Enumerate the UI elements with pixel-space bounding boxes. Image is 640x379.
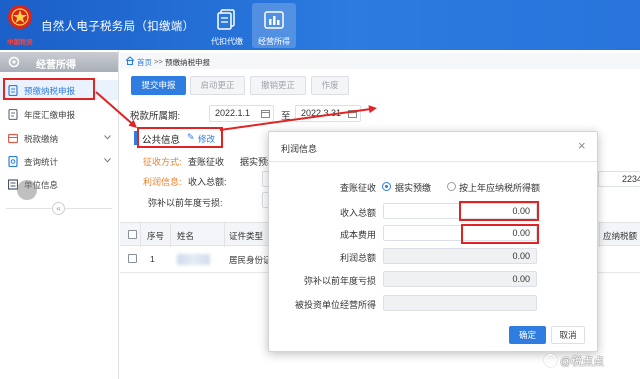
invested-unit-income-input	[383, 295, 537, 311]
column-divider	[140, 223, 141, 247]
column-header-name: 姓名	[177, 231, 195, 241]
annotation-box	[461, 224, 539, 244]
annotation-box	[137, 127, 223, 148]
row-checkbox[interactable]	[128, 254, 137, 263]
sidebar-collapse-button[interactable]: «	[52, 202, 65, 215]
column-divider	[170, 223, 171, 247]
confirm-button[interactable]: 确定	[509, 326, 546, 344]
redacted-name	[177, 254, 210, 265]
breadcrumb-separator: >>	[154, 57, 163, 66]
field-label: 弥补以前年度亏损	[303, 276, 376, 286]
tax-payment-icon	[8, 133, 18, 144]
sidebar-title: 经营所得	[36, 60, 76, 71]
cancel-correction-button[interactable]: 撤销更正	[250, 76, 306, 95]
sidebar-item-query-statistics[interactable]: 查询统计	[0, 151, 118, 171]
period-start-input[interactable]: 2022.1.1	[209, 105, 274, 122]
period-to-label: 至	[281, 111, 291, 122]
income-total-label: 收入总额:	[188, 177, 227, 187]
period-end-input[interactable]: 2022.3.31	[295, 105, 361, 122]
withholding-icon	[217, 9, 235, 30]
annotation-box	[3, 78, 95, 100]
field-label: 成本费用	[339, 230, 376, 240]
sidebar-item-label: 查询统计	[24, 157, 59, 167]
app-title: 自然人电子税务局（扣缴端）	[41, 21, 195, 33]
breadcrumb: 首页 >> 预缴纳税申报	[120, 53, 640, 69]
levy-method-value: 查账征收	[188, 157, 225, 167]
nav-business-income[interactable]: 经营所得	[252, 3, 296, 48]
loss-offset-label: 弥补以前年度亏损:	[148, 198, 223, 208]
levy-method-label: 征收方式:	[143, 157, 182, 167]
total-profit-input: 0.00	[383, 248, 537, 264]
loss-offset-input[interactable]: 0.00	[383, 271, 537, 287]
field-label: 利润总额	[339, 253, 376, 263]
breadcrumb-current: 预缴纳税申报	[165, 58, 210, 67]
void-button[interactable]: 作废	[311, 76, 349, 95]
annual-report-icon	[8, 109, 18, 120]
annotation-box	[459, 201, 539, 221]
sidebar: 经营所得 预缴纳税申报 年度汇缴申报 税款缴纳 查询统计 单位信息 «	[0, 50, 119, 379]
sidebar-item-tax-payment[interactable]: 税款缴纳	[0, 128, 118, 148]
profit-info-label: 利润信息:	[143, 177, 182, 187]
tax-logo: 中国税务	[3, 3, 37, 47]
column-header-tax-payable: 应纳税额	[603, 231, 638, 241]
watermark: @税点点	[560, 356, 605, 368]
tax-emblem-icon	[8, 5, 32, 29]
column-header-id-type: 证件类型	[229, 231, 264, 241]
radio-actual-prepay[interactable]	[382, 182, 391, 191]
dialog-titlebar: 利润信息 ×	[269, 132, 597, 162]
app-header: 中国税务 自然人电子税务局（扣缴端） 代扣代缴 经营所得	[0, 0, 640, 50]
sidebar-item-label: 税款缴纳	[24, 134, 59, 144]
close-icon[interactable]: ×	[578, 139, 586, 152]
logo-text: 中国税务	[7, 39, 33, 46]
gear-icon	[8, 56, 20, 68]
business-income-icon	[264, 11, 284, 29]
sidebar-item-label: 年度汇缴申报	[24, 110, 76, 120]
levy-type-label: 查账征收	[339, 183, 376, 193]
radio-label[interactable]: 按上年应纳税所得额	[459, 181, 540, 194]
profit-info-dialog: 利润信息 × 查账征收 据实预缴 按上年应纳税所得额 收入总额 0.00 成本费…	[268, 131, 598, 352]
chevron-down-icon	[104, 158, 111, 163]
period-label: 税款所属期:	[130, 111, 181, 122]
start-correction-button[interactable]: 启动更正	[190, 76, 245, 95]
radio-last-year-income[interactable]	[447, 182, 456, 191]
calendar-icon	[348, 110, 357, 118]
radio-label[interactable]: 据实预缴	[395, 181, 431, 194]
column-header-index: 序号	[147, 231, 165, 241]
row-index: 1	[150, 254, 155, 264]
statistics-icon	[8, 156, 18, 167]
select-all-checkbox[interactable]	[128, 230, 137, 239]
breadcrumb-home-link[interactable]: 首页	[137, 57, 152, 68]
cursor-highlight	[17, 180, 37, 200]
row-id-type: 居民身份证	[229, 255, 272, 265]
nav-withholding[interactable]: 代扣代缴	[205, 3, 249, 48]
calendar-icon	[261, 110, 270, 118]
chevron-down-icon	[104, 135, 111, 140]
submit-declaration-button[interactable]: 提交申报	[131, 76, 186, 95]
period-start-value: 2022.1.1	[215, 108, 251, 118]
field-label: 被投资单位经营所得	[294, 300, 376, 310]
tax-amount-field: 2234	[598, 171, 640, 187]
watermark-logo-icon	[544, 354, 557, 367]
dialog-title: 利润信息	[281, 144, 318, 154]
field-label: 收入总额	[339, 208, 376, 218]
sidebar-header: 经营所得	[0, 52, 118, 72]
cancel-button[interactable]: 取消	[551, 326, 585, 344]
column-divider	[224, 223, 225, 247]
column-divider	[599, 223, 600, 247]
nav-label: 经营所得	[258, 37, 290, 46]
period-end-value: 2022.3.31	[301, 108, 342, 118]
sidebar-item-annual-report[interactable]: 年度汇缴申报	[0, 104, 118, 124]
nav-label: 代扣代缴	[211, 37, 243, 46]
home-icon	[125, 56, 135, 65]
